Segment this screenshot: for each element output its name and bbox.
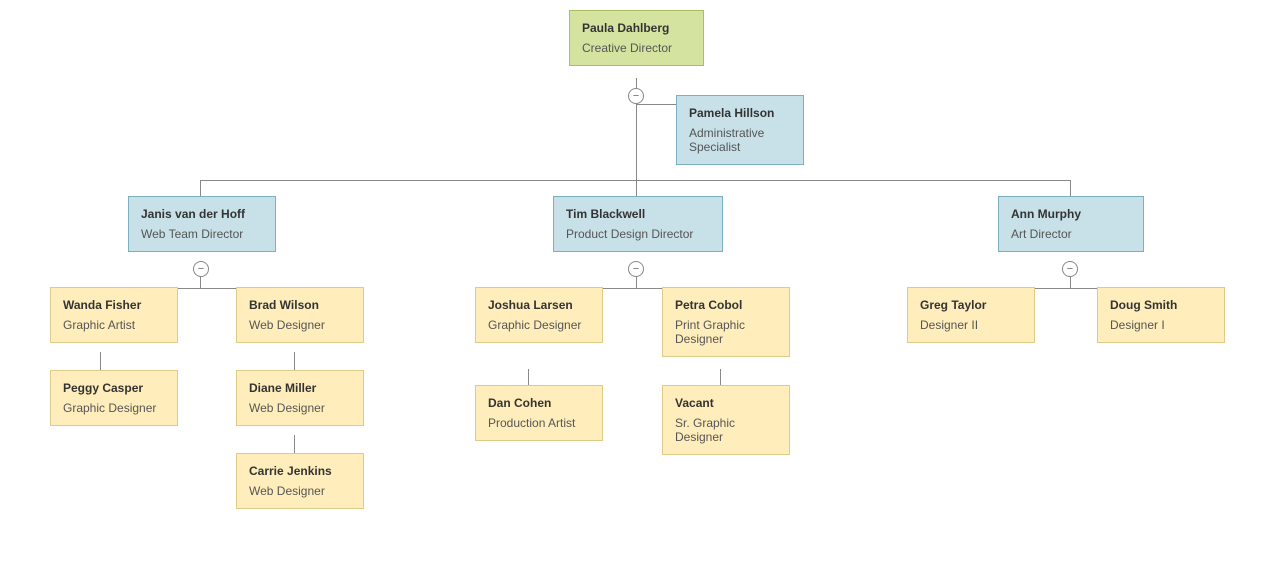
- node-paula[interactable]: Paula Dahlberg Creative Director: [569, 10, 704, 66]
- node-carrie[interactable]: Carrie Jenkins Web Designer: [236, 453, 364, 509]
- node-vacant[interactable]: Vacant Sr. Graphic Designer: [662, 385, 790, 455]
- line-paula-pamela-h: [636, 104, 676, 105]
- node-carrie-name: Carrie Jenkins: [249, 464, 351, 478]
- node-pamela-name: Pamela Hillson: [689, 106, 791, 120]
- node-paula-title: Creative Director: [582, 41, 691, 55]
- node-dan-name: Dan Cohen: [488, 396, 590, 410]
- node-doug-name: Doug Smith: [1110, 298, 1212, 312]
- line-tim-v: [636, 276, 637, 288]
- line-wanda-peggy: [100, 352, 101, 372]
- node-peggy[interactable]: Peggy Casper Graphic Designer: [50, 370, 178, 426]
- node-joshua-name: Joshua Larsen: [488, 298, 590, 312]
- line-diane-carrie: [294, 435, 295, 455]
- node-paula-name: Paula Dahlberg: [582, 21, 691, 35]
- node-petra[interactable]: Petra Cobol Print Graphic Designer: [662, 287, 790, 357]
- node-vacant-title: Sr. Graphic Designer: [675, 416, 777, 444]
- line-main-v: [636, 104, 637, 180]
- node-doug-title: Designer I: [1110, 318, 1212, 332]
- node-wanda[interactable]: Wanda Fisher Graphic Artist: [50, 287, 178, 343]
- collapse-ann[interactable]: −: [1062, 261, 1078, 277]
- node-tim-title: Product Design Director: [566, 227, 710, 241]
- node-tim-name: Tim Blackwell: [566, 207, 710, 221]
- node-joshua[interactable]: Joshua Larsen Graphic Designer: [475, 287, 603, 343]
- node-ann-title: Art Director: [1011, 227, 1131, 241]
- node-brad-name: Brad Wilson: [249, 298, 351, 312]
- node-joshua-title: Graphic Designer: [488, 318, 590, 332]
- org-chart: Paula Dahlberg Creative Director − Pamel…: [0, 0, 1272, 60]
- node-pamela[interactable]: Pamela Hillson Administrative Specialist: [676, 95, 804, 165]
- node-wanda-title: Graphic Artist: [63, 318, 165, 332]
- collapse-paula[interactable]: −: [628, 88, 644, 104]
- node-diane[interactable]: Diane Miller Web Designer: [236, 370, 364, 426]
- node-petra-name: Petra Cobol: [675, 298, 777, 312]
- node-ann-name: Ann Murphy: [1011, 207, 1131, 221]
- line-janis-v: [200, 276, 201, 288]
- collapse-janis[interactable]: −: [193, 261, 209, 277]
- node-carrie-title: Web Designer: [249, 484, 351, 498]
- node-greg[interactable]: Greg Taylor Designer II: [907, 287, 1035, 343]
- collapse-tim[interactable]: −: [628, 261, 644, 277]
- node-brad[interactable]: Brad Wilson Web Designer: [236, 287, 364, 343]
- node-peggy-name: Peggy Casper: [63, 381, 165, 395]
- node-janis[interactable]: Janis van der Hoff Web Team Director: [128, 196, 276, 252]
- node-dan[interactable]: Dan Cohen Production Artist: [475, 385, 603, 441]
- node-brad-title: Web Designer: [249, 318, 351, 332]
- node-doug[interactable]: Doug Smith Designer I: [1097, 287, 1225, 343]
- node-tim[interactable]: Tim Blackwell Product Design Director: [553, 196, 723, 252]
- node-greg-name: Greg Taylor: [920, 298, 1022, 312]
- line-brad-diane: [294, 352, 295, 372]
- node-vacant-name: Vacant: [675, 396, 777, 410]
- node-peggy-title: Graphic Designer: [63, 401, 165, 415]
- node-dan-title: Production Artist: [488, 416, 590, 430]
- line-main-h: [200, 180, 1070, 181]
- node-janis-title: Web Team Director: [141, 227, 263, 241]
- node-ann[interactable]: Ann Murphy Art Director: [998, 196, 1144, 252]
- line-ann-v: [1070, 276, 1071, 288]
- node-wanda-name: Wanda Fisher: [63, 298, 165, 312]
- node-greg-title: Designer II: [920, 318, 1022, 332]
- node-diane-title: Web Designer: [249, 401, 351, 415]
- node-petra-title: Print Graphic Designer: [675, 318, 777, 346]
- node-janis-name: Janis van der Hoff: [141, 207, 263, 221]
- node-pamela-title: Administrative Specialist: [689, 126, 791, 154]
- node-diane-name: Diane Miller: [249, 381, 351, 395]
